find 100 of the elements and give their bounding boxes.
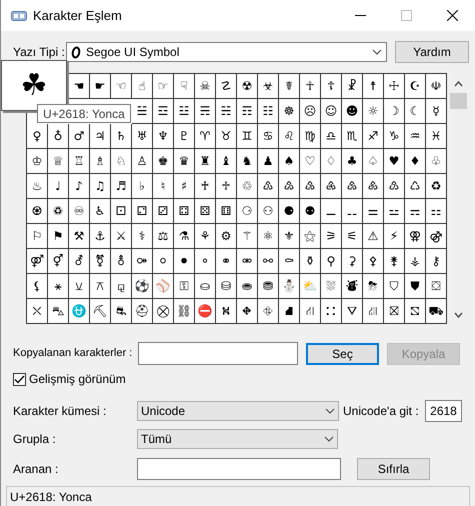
- character-cell[interactable]: ⚓: [90, 224, 111, 249]
- character-cell[interactable]: ♰: [195, 174, 216, 199]
- help-button[interactable]: Yardım: [395, 41, 469, 63]
- character-cell[interactable]: ☸: [279, 99, 300, 124]
- character-cell[interactable]: ♜: [195, 149, 216, 174]
- character-cell[interactable]: ⚐: [27, 224, 48, 249]
- character-cell[interactable]: ⚗: [174, 224, 195, 249]
- group-by-dropdown[interactable]: Tümü: [137, 429, 338, 449]
- character-cell[interactable]: ⚹: [48, 274, 69, 299]
- character-cell[interactable]: ☤: [279, 74, 300, 99]
- character-cell[interactable]: ♓: [426, 124, 447, 149]
- goto-unicode-field[interactable]: 2618: [425, 400, 462, 422]
- character-cell[interactable]: ☟: [174, 74, 195, 99]
- character-cell[interactable]: ⚇: [258, 199, 279, 224]
- character-cell[interactable]: ⚦: [69, 249, 90, 274]
- character-cell[interactable]: ♋: [258, 124, 279, 149]
- character-cell[interactable]: ♹: [384, 174, 405, 199]
- character-cell[interactable]: ⚅: [216, 199, 237, 224]
- scroll-down-icon[interactable]: [454, 312, 463, 318]
- character-cell[interactable]: ⚒: [69, 224, 90, 249]
- character-cell[interactable]: ⚴: [363, 249, 384, 274]
- character-cell[interactable]: ⚁: [132, 199, 153, 224]
- character-cell[interactable]: ⚞: [321, 224, 342, 249]
- character-cell[interactable]: ⚷: [426, 249, 447, 274]
- character-cell[interactable]: ⚳: [342, 249, 363, 274]
- character-cell[interactable]: ♅: [132, 124, 153, 149]
- character-cell[interactable]: ☣: [258, 74, 279, 99]
- character-cell[interactable]: ⚺: [69, 274, 90, 299]
- character-cell[interactable]: ♟: [258, 149, 279, 174]
- character-cell[interactable]: ⚀: [111, 199, 132, 224]
- character-cell[interactable]: ☨: [363, 74, 384, 99]
- character-cell[interactable]: ⛌: [27, 299, 48, 324]
- character-cell[interactable]: ♱: [216, 174, 237, 199]
- character-cell[interactable]: ♛: [174, 149, 195, 174]
- character-cell[interactable]: ♡: [300, 149, 321, 174]
- character-cell[interactable]: ⚯: [258, 249, 279, 274]
- character-cell[interactable]: ♤: [363, 149, 384, 174]
- character-cell[interactable]: ⚏: [426, 199, 447, 224]
- character-cell[interactable]: ☲: [153, 99, 174, 124]
- character-cell[interactable]: ⛆: [321, 274, 342, 299]
- character-cell[interactable]: ♉: [216, 124, 237, 149]
- character-cell[interactable]: ☱: [132, 99, 153, 124]
- character-cell[interactable]: ☶: [237, 99, 258, 124]
- character-cell[interactable]: ♁: [48, 124, 69, 149]
- character-cell[interactable]: ♄: [111, 124, 132, 149]
- character-cell[interactable]: ☾: [405, 99, 426, 124]
- character-cell[interactable]: ⛍: [48, 299, 69, 324]
- character-cell[interactable]: ⚪: [153, 249, 174, 274]
- character-cell[interactable]: ⛊: [405, 274, 426, 299]
- character-cell[interactable]: ⚜: [279, 224, 300, 249]
- character-cell[interactable]: ⚍: [384, 199, 405, 224]
- character-cell[interactable]: ⚛: [258, 224, 279, 249]
- character-cell[interactable]: ♍: [300, 124, 321, 149]
- character-cell[interactable]: ♞: [237, 149, 258, 174]
- character-cell[interactable]: ☻: [342, 99, 363, 124]
- character-cell[interactable]: ♧: [426, 149, 447, 174]
- character-cell[interactable]: ⛟: [426, 299, 447, 324]
- scroll-thumb[interactable]: [450, 93, 467, 109]
- character-cell[interactable]: ⚉: [300, 199, 321, 224]
- character-cell[interactable]: ⚶: [405, 249, 426, 274]
- character-cell[interactable]: ⛔: [195, 299, 216, 324]
- character-cell[interactable]: ☵: [216, 99, 237, 124]
- character-cell[interactable]: ⚊: [321, 199, 342, 224]
- character-cell[interactable]: ⛓: [174, 299, 195, 324]
- character-cell[interactable]: ⚖: [153, 224, 174, 249]
- character-cell[interactable]: ⚤: [27, 249, 48, 274]
- character-cell[interactable]: ⚡: [384, 224, 405, 249]
- character-cell[interactable]: ⛑: [132, 299, 153, 324]
- character-cell[interactable]: ⚧: [90, 249, 111, 274]
- character-cell[interactable]: ⚼: [111, 274, 132, 299]
- character-cell[interactable]: ☼: [363, 99, 384, 124]
- character-cell[interactable]: ♳: [258, 174, 279, 199]
- character-cell[interactable]: ⚽: [132, 274, 153, 299]
- character-cell[interactable]: ♀: [27, 124, 48, 149]
- character-cell[interactable]: ⛖: [237, 299, 258, 324]
- charset-dropdown[interactable]: Unicode: [137, 401, 339, 421]
- character-cell[interactable]: ⛗: [258, 299, 279, 324]
- character-cell[interactable]: ♵: [300, 174, 321, 199]
- character-cell[interactable]: ♭: [132, 174, 153, 199]
- character-cell[interactable]: ☫: [426, 74, 447, 99]
- character-cell[interactable]: ⚱: [300, 249, 321, 274]
- character-cell[interactable]: ⚫: [174, 249, 195, 274]
- character-cell[interactable]: ☢: [237, 74, 258, 99]
- character-cell[interactable]: ⚘: [195, 224, 216, 249]
- character-cell[interactable]: ♩: [48, 174, 69, 199]
- character-cell[interactable]: ♼: [27, 199, 48, 224]
- character-cell[interactable]: ♙: [132, 149, 153, 174]
- character-cell[interactable]: ⚭: [216, 249, 237, 274]
- character-cell[interactable]: ♮: [153, 174, 174, 199]
- character-cell[interactable]: ♲: [237, 174, 258, 199]
- character-cell[interactable]: ☛: [90, 74, 111, 99]
- font-dropdown[interactable]: Segoe UI Symbol: [66, 42, 387, 62]
- character-cell[interactable]: ♐: [363, 124, 384, 149]
- character-cell[interactable]: ☹: [300, 99, 321, 124]
- character-cell[interactable]: ♥: [384, 149, 405, 174]
- character-cell[interactable]: ⚑: [48, 224, 69, 249]
- character-cell[interactable]: ☿: [426, 99, 447, 124]
- character-cell[interactable]: ⛙: [300, 299, 321, 324]
- character-cell[interactable]: ♚: [153, 149, 174, 174]
- character-cell[interactable]: ⚿: [174, 274, 195, 299]
